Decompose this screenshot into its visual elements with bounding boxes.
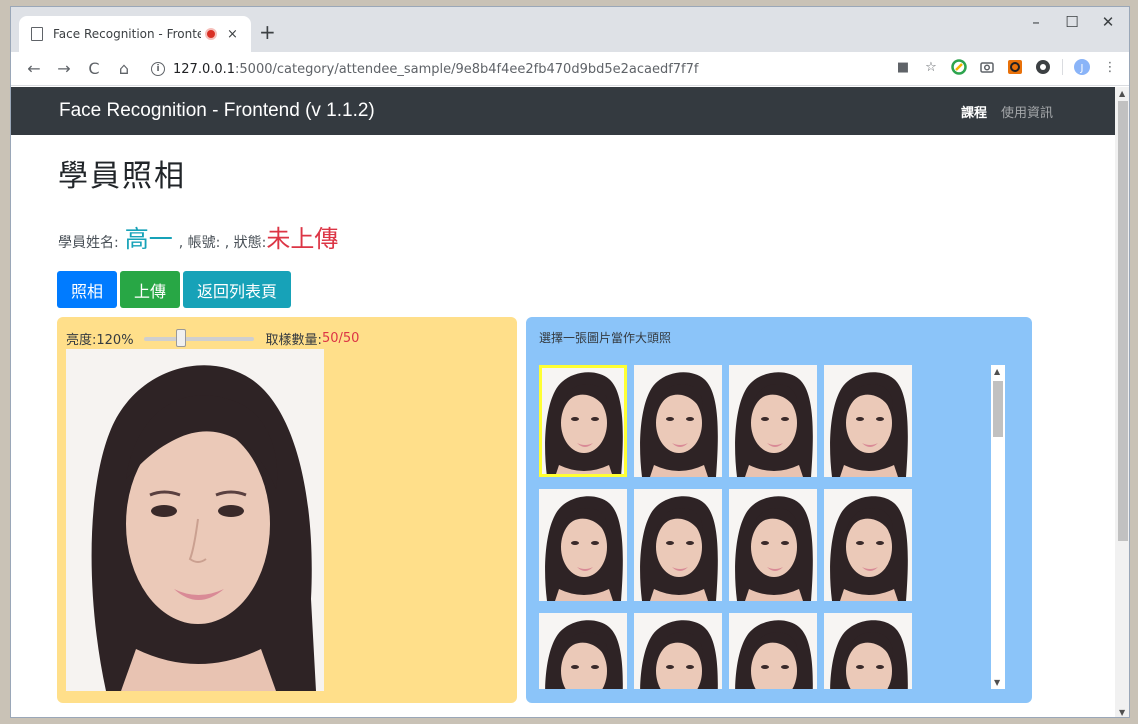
profile-icon[interactable]: J (1073, 58, 1091, 76)
toolbar-divider (1062, 59, 1063, 75)
back-button[interactable]: ← (19, 59, 49, 78)
headshot-thumbnail[interactable] (824, 489, 912, 601)
page-scrollbar-thumb[interactable] (1118, 101, 1128, 541)
camera-controls: 亮度:120% 取樣數量: 50/50 (66, 328, 360, 348)
info-icon[interactable]: i (151, 62, 165, 76)
headshot-selection-panel: 選擇一張圖片當作大頭照 ▲ ▼ (526, 317, 1032, 703)
page-scrollbar[interactable]: ▲ ▼ (1115, 87, 1129, 717)
headshot-thumbnail[interactable] (634, 489, 722, 601)
red-ext-icon[interactable] (1006, 58, 1024, 76)
attendee-name: 高一 (124, 225, 173, 253)
new-tab-button[interactable]: + (259, 20, 276, 44)
browser-tab[interactable]: Face Recognition - Fronten × (19, 16, 251, 52)
upload-status: 未上傳 (266, 225, 339, 253)
browser-toolbar: ← → C ⌂ i 127.0.0.1:5000/category/attend… (11, 52, 1129, 86)
headshot-thumbnail[interactable] (539, 489, 627, 601)
sample-label: 取樣數量: (265, 333, 322, 348)
back-to-list-button[interactable]: 返回列表頁 (183, 271, 292, 308)
scrollbar-thumb[interactable] (993, 381, 1003, 437)
shield-ext-icon[interactable] (1034, 58, 1052, 76)
tab-strip: Face Recognition - Fronten × + – ☐ ✕ (11, 7, 1129, 52)
extension-icons: ■ ☆ J ⋮ (894, 58, 1119, 76)
take-photo-button[interactable]: 照相 (57, 271, 118, 308)
nav-link-courses[interactable]: 課程 (961, 102, 987, 121)
home-button[interactable]: ⌂ (109, 59, 139, 78)
close-window-button[interactable]: ✕ (1093, 13, 1123, 31)
svg-text:J: J (1080, 63, 1084, 74)
headshot-thumbnail[interactable] (539, 613, 627, 689)
brightness-label: 亮度:120% (66, 333, 134, 348)
headshot-thumbnail[interactable] (729, 489, 817, 601)
minimize-button[interactable]: – (1021, 13, 1051, 31)
brand-title[interactable]: Face Recognition - Frontend (v 1.1.2) (59, 100, 375, 122)
screenshot-icon[interactable] (978, 58, 996, 76)
url-text[interactable]: 127.0.0.1:5000/category/attendee_sample/… (173, 62, 699, 77)
action-buttons: 照相 上傳 返回列表頁 (57, 271, 292, 308)
maximize-button[interactable]: ☐ (1057, 13, 1087, 31)
tab-close-button[interactable]: × (227, 27, 238, 42)
menu-icon[interactable]: ⋮ (1101, 58, 1119, 76)
thumbnail-scrollbar[interactable]: ▲ ▼ (991, 365, 1005, 689)
recording-icon (205, 28, 217, 40)
camera-panel: 亮度:120% 取樣數量: 50/50 (57, 317, 517, 703)
headshot-thumbnail[interactable] (539, 365, 627, 477)
page-icon (31, 27, 43, 41)
name-label: 學員姓名: (58, 235, 119, 251)
address-bar[interactable]: i 127.0.0.1:5000/category/attendee_sampl… (151, 56, 891, 82)
account-label: , 帳號: , 狀態: (178, 235, 267, 251)
chrome-ext-icon[interactable] (950, 58, 968, 76)
top-navbar: Face Recognition - Frontend (v 1.1.2) 課程… (11, 87, 1115, 135)
sample-count: 50/50 (321, 331, 360, 346)
selection-title: 選擇一張圖片當作大頭照 (539, 331, 672, 345)
star-icon[interactable]: ☆ (922, 58, 940, 76)
forward-button[interactable]: → (49, 59, 79, 78)
headshot-thumbnail[interactable] (634, 613, 722, 689)
headshot-thumbnail[interactable] (824, 613, 912, 689)
brightness-slider[interactable] (143, 328, 254, 347)
thumbnail-grid: ▲ ▼ (539, 365, 1013, 689)
reload-button[interactable]: C (79, 59, 109, 78)
page-content: Face Recognition - Frontend (v 1.1.2) 課程… (11, 87, 1115, 717)
headshot-thumbnail[interactable] (729, 613, 817, 689)
page-title: 學員照相 (58, 159, 186, 194)
camera-icon[interactable]: ■ (894, 58, 912, 76)
browser-window: Face Recognition - Fronten × + – ☐ ✕ ← →… (10, 6, 1130, 718)
upload-button[interactable]: 上傳 (120, 271, 181, 308)
attendee-info: 學員姓名: 高一 , 帳號: , 狀態: 未上傳 (58, 219, 338, 254)
tab-title: Face Recognition - Fronten (53, 27, 201, 41)
nav-link-usage-info[interactable]: 使用資訊 (1001, 102, 1053, 121)
headshot-thumbnail[interactable] (729, 365, 817, 477)
camera-feed (66, 349, 324, 691)
headshot-thumbnail[interactable] (634, 365, 722, 477)
slider-handle[interactable] (175, 328, 186, 347)
headshot-thumbnail[interactable] (824, 365, 912, 477)
